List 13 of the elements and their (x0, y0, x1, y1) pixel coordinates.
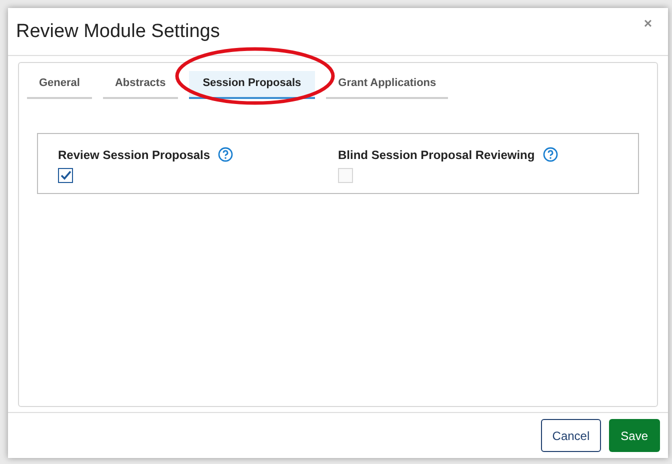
cancel-button[interactable]: Cancel (541, 419, 601, 452)
tab[interactable]: General (27, 70, 92, 98)
close-button[interactable]: × (644, 16, 652, 30)
tab[interactable]: Session Proposals (188, 70, 316, 98)
checkbox[interactable] (58, 168, 73, 182)
tab[interactable]: Abstracts (102, 70, 178, 98)
help-icon[interactable] (218, 147, 234, 162)
tab[interactable]: Grant Applications (326, 70, 448, 98)
help-icon[interactable] (542, 147, 558, 162)
dialog-title: Review Module Settings (16, 20, 220, 44)
setting-label: Blind Session Proposal Reviewing (338, 146, 535, 164)
setting-label: Review Session Proposals (58, 146, 210, 164)
save-button[interactable]: Save (608, 419, 660, 452)
